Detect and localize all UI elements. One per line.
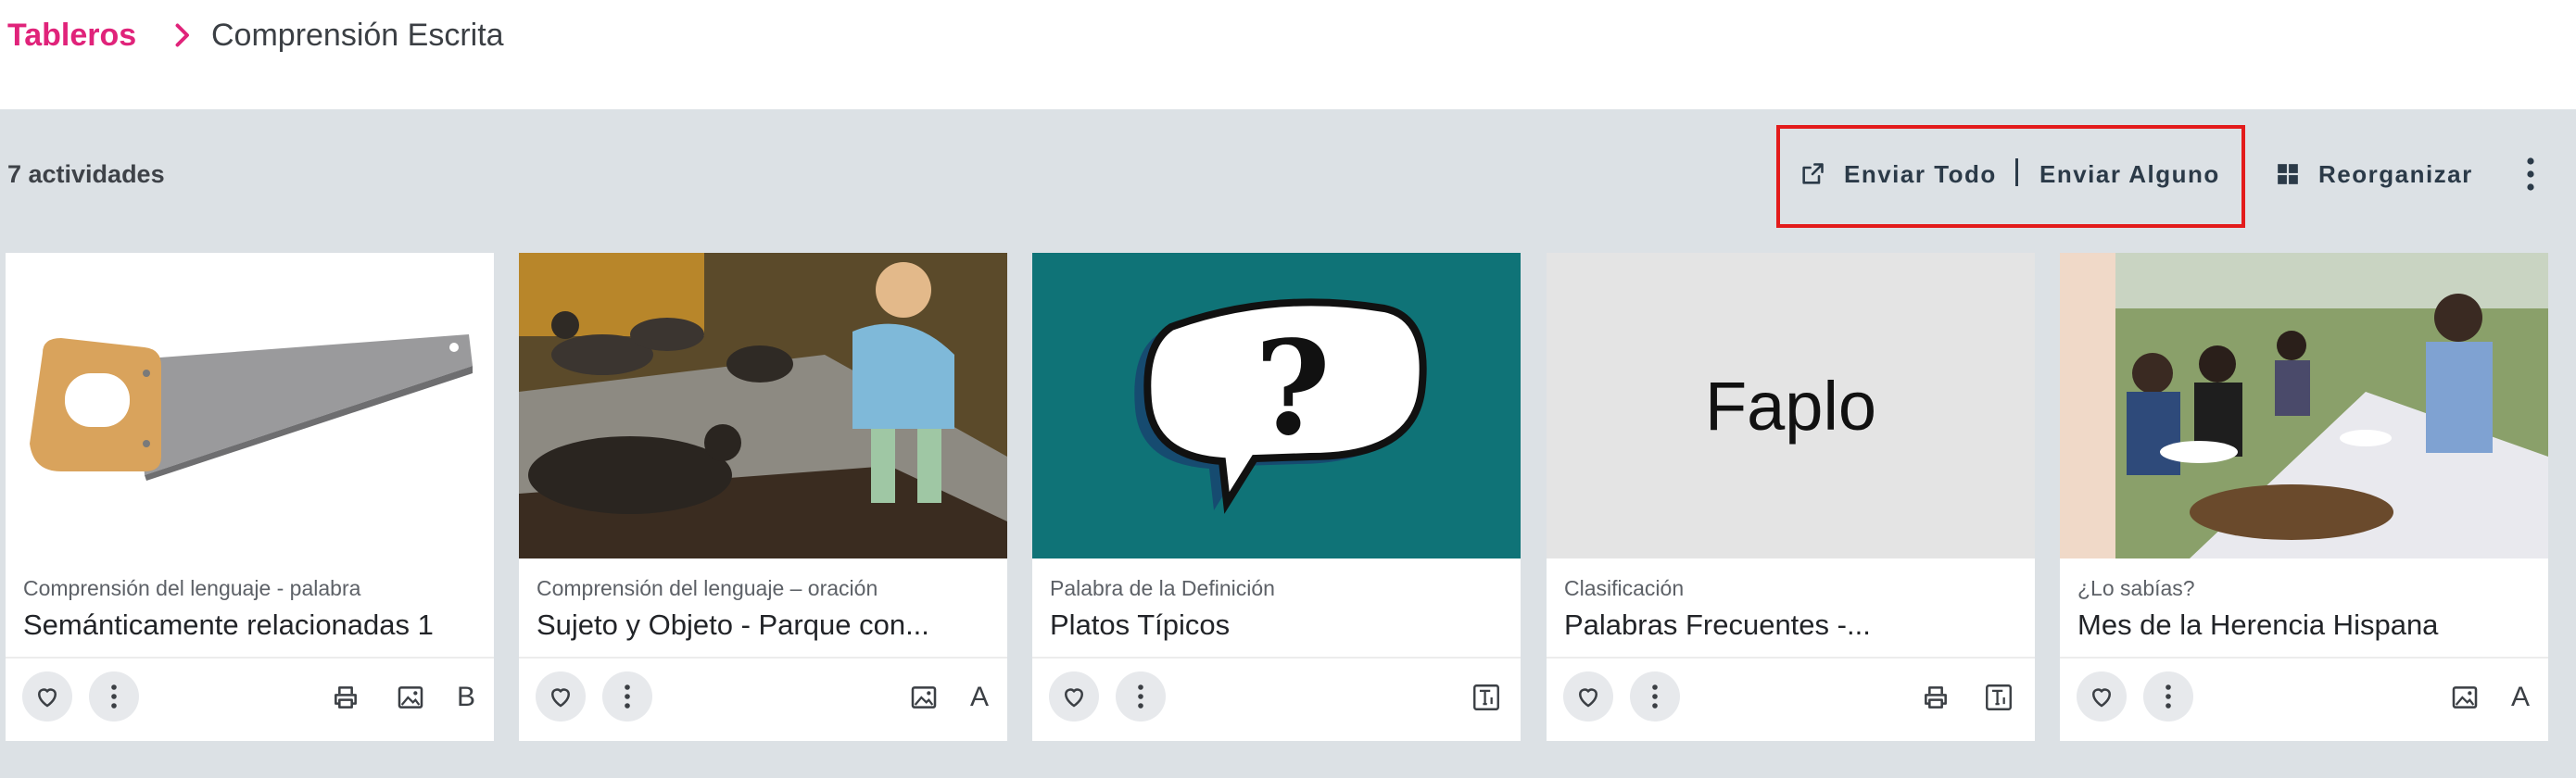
- card-title: Mes de la Herencia Hispana: [2077, 609, 2439, 641]
- activity-card[interactable]: Comprensión del lenguaje - palabra Semán…: [6, 253, 494, 741]
- send-all-button[interactable]: Enviar Todo: [1799, 154, 1997, 194]
- svg-text:?: ?: [1255, 313, 1331, 465]
- reorganize-label: Reorganizar: [2318, 159, 2473, 188]
- card-more-button[interactable]: [2143, 671, 2193, 722]
- card-divider: [1547, 657, 2035, 659]
- card-category: Comprensión del lenguaje – oración: [537, 576, 878, 600]
- card-divider: [1032, 657, 1521, 659]
- saw-image: [30, 334, 473, 481]
- image-icon[interactable]: [2448, 681, 2481, 714]
- heart-icon: [37, 688, 57, 708]
- grid-icon: [2278, 164, 2298, 184]
- activity-card[interactable]: ? Palabra de la Definición Platos Típico…: [1032, 253, 1521, 741]
- card-title: Palabras Frecuentes -...: [1564, 609, 1871, 641]
- card-category: Palabra de la Definición: [1050, 576, 1275, 600]
- heart-icon: [1064, 688, 1084, 708]
- card-thumbnail: Faplo: [1547, 253, 2035, 558]
- heart-icon: [1578, 688, 1598, 708]
- image-icon[interactable]: [907, 681, 941, 714]
- send-some-label: Enviar Alguno: [2039, 159, 2220, 188]
- card-thumbnail: [2060, 253, 2548, 558]
- chevron-right-icon: [175, 23, 189, 47]
- text-icon[interactable]: [1982, 681, 2015, 714]
- card-more-button[interactable]: [89, 671, 139, 722]
- card-thumbnail: [519, 253, 1007, 558]
- more-vert-icon: [625, 684, 630, 709]
- more-vert-icon: [2166, 684, 2171, 709]
- activity-card[interactable]: Comprensión del lenguaje – oración Sujet…: [519, 253, 1007, 741]
- heart-icon: [2091, 688, 2112, 708]
- activity-card[interactable]: ¿Lo sabías? Mes de la Herencia Hispana A: [2060, 253, 2548, 741]
- more-vert-icon[interactable]: [2517, 156, 2544, 193]
- ducks-girl-image: [519, 253, 1007, 558]
- external-link-icon: [1802, 163, 1824, 184]
- send-some-button[interactable]: Enviar Alguno: [2039, 154, 2220, 194]
- card-more-button[interactable]: [1630, 671, 1680, 722]
- card-category: Clasificación: [1564, 576, 1685, 600]
- send-all-label: Enviar Todo: [1844, 159, 1997, 188]
- more-vert-icon: [1652, 684, 1658, 709]
- card-thumbnail: ?: [1032, 253, 1521, 558]
- toolbar-divider: [2015, 158, 2018, 186]
- favorite-button[interactable]: [22, 671, 72, 722]
- card-divider: [519, 657, 1007, 659]
- level-letter: A: [2510, 682, 2530, 712]
- card-title: Sujeto y Objeto - Parque con...: [537, 609, 929, 641]
- card-category: Comprensión del lenguaje - palabra: [23, 576, 361, 600]
- breadcrumb-current: Comprensión Escrita: [211, 18, 504, 53]
- text-icon[interactable]: [1470, 681, 1503, 714]
- card-category: ¿Lo sabías?: [2077, 576, 2195, 600]
- card-title: Semánticamente relacionadas 1: [23, 609, 434, 641]
- breadcrumb-parent-link[interactable]: Tableros: [7, 13, 136, 57]
- card-title: Platos Típicos: [1050, 609, 1231, 641]
- card-image-text: Faplo: [1547, 253, 2035, 558]
- card-more-button[interactable]: [602, 671, 652, 722]
- image-icon[interactable]: [394, 681, 427, 714]
- favorite-button[interactable]: [1563, 671, 1613, 722]
- more-vert-icon: [1138, 684, 1143, 709]
- card-divider: [6, 657, 494, 659]
- print-icon[interactable]: [1919, 681, 1952, 714]
- header-bar: Tableros Comprensión Escrita: [0, 0, 2576, 109]
- heart-icon: [550, 688, 571, 708]
- favorite-button[interactable]: [1049, 671, 1099, 722]
- reorganize-button[interactable]: Reorganizar: [2276, 154, 2473, 194]
- activity-count: 7 actividades: [7, 160, 165, 188]
- card-thumbnail: [6, 253, 494, 558]
- level-letter: B: [456, 682, 475, 712]
- card-divider: [2060, 657, 2548, 659]
- favorite-button[interactable]: [2077, 671, 2127, 722]
- favorite-button[interactable]: [536, 671, 586, 722]
- card-more-button[interactable]: [1116, 671, 1166, 722]
- more-vert-icon: [111, 684, 117, 709]
- level-letter: A: [969, 682, 989, 712]
- question-bubble-image: ?: [1032, 253, 1521, 558]
- activity-card[interactable]: Faplo Clasificación Palabras Frecuentes …: [1547, 253, 2035, 741]
- family-dinner-image: [2060, 253, 2548, 558]
- print-icon[interactable]: [329, 681, 362, 714]
